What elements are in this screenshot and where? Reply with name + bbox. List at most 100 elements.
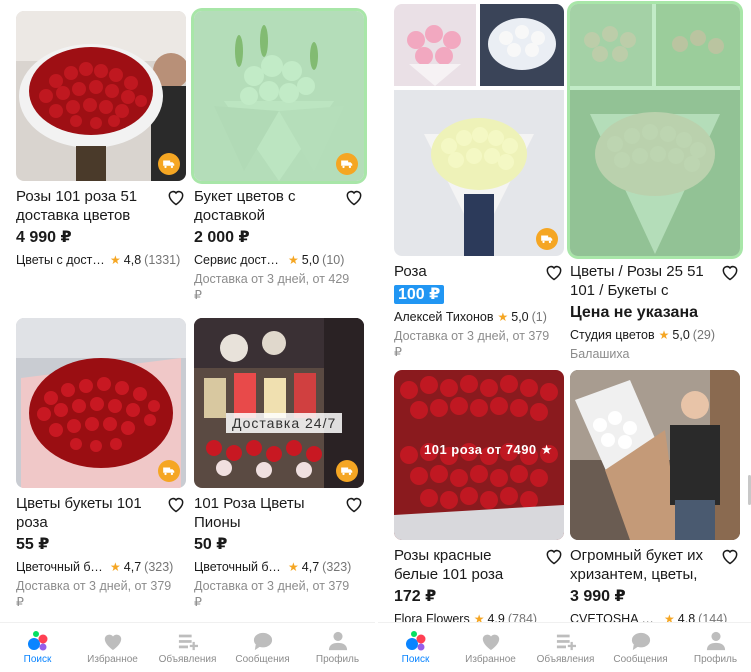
nav-label: Избранное bbox=[87, 654, 138, 665]
nav-label: Объявления bbox=[536, 654, 595, 665]
listing-photo[interactable]: 101 роза от 7490 ★ bbox=[394, 370, 564, 540]
listing-photo[interactable]: Доставка 24/7 bbox=[194, 318, 364, 488]
listing-price: 55 ₽ bbox=[16, 536, 50, 553]
avito-logo-icon bbox=[404, 630, 428, 652]
seller-name[interactable]: Цветочный букет bbox=[16, 559, 106, 575]
nav-label: Объявления bbox=[158, 654, 217, 665]
listing-photo-collage[interactable] bbox=[394, 4, 564, 256]
delivery-info: Доставка от 3 дней, от 379 ₽ bbox=[194, 579, 350, 609]
listing-card[interactable]: Розы 101 роза 51 доставка цветов 4 990 ₽… bbox=[16, 11, 186, 268]
listing-price: 2 000 ₽ bbox=[194, 229, 250, 246]
listing-photo[interactable] bbox=[16, 11, 186, 181]
listing-photo[interactable] bbox=[570, 370, 740, 540]
seller-name[interactable]: Сервис доставки bbox=[194, 252, 284, 268]
seller-rating: 4,7 bbox=[301, 560, 320, 574]
listing-card[interactable]: Доставка 24/7 101 Роза Цветы Пионы 50 ₽ … bbox=[194, 318, 364, 610]
truck-icon bbox=[341, 467, 353, 476]
seller-name[interactable]: Цветочный букет bbox=[194, 559, 284, 575]
nav-tab-profile[interactable]: Профиль bbox=[300, 630, 375, 665]
listing-photo[interactable] bbox=[16, 318, 186, 488]
avito-logo-icon bbox=[26, 630, 50, 652]
favorite-heart-icon[interactable] bbox=[166, 187, 186, 207]
nav-tab-favorites[interactable]: Избранное bbox=[75, 630, 150, 665]
screen-left: Розы 101 роза 51 доставка цветов 4 990 ₽… bbox=[0, 0, 375, 672]
price-value: 100 ₽ bbox=[394, 285, 445, 304]
seller-rating: 5,0 bbox=[301, 253, 320, 267]
favorite-heart-icon[interactable] bbox=[544, 262, 564, 282]
truck-icon bbox=[163, 160, 175, 169]
review-count: (1331) bbox=[144, 253, 181, 267]
listings-icon bbox=[554, 630, 578, 652]
photo-promo-label: Доставка 24/7 bbox=[226, 413, 343, 433]
bottom-navbar: Поиск Избранное Объявления Сообщения Про… bbox=[378, 622, 751, 672]
review-count: (1) bbox=[531, 310, 547, 324]
truck-icon bbox=[541, 235, 553, 244]
nav-tab-listings[interactable]: Объявления bbox=[150, 630, 225, 665]
nav-label: Сообщения bbox=[235, 654, 290, 665]
heart-icon bbox=[101, 630, 125, 652]
delivery-info: Доставка от 3 дней, от 379 ₽ bbox=[394, 329, 550, 359]
favorite-heart-icon[interactable] bbox=[344, 494, 364, 514]
listing-card[interactable]: 101 роза от 7490 ★ Розы красные белые 10… bbox=[394, 370, 564, 627]
listing-title[interactable]: Огромный букет их хризантем, цветы, дост… bbox=[570, 546, 712, 584]
nav-tab-profile[interactable]: Профиль bbox=[678, 630, 751, 665]
favorite-heart-icon[interactable] bbox=[720, 262, 740, 282]
nav-label: Избранное bbox=[465, 654, 516, 665]
review-count: (29) bbox=[692, 328, 716, 342]
delivery-badge bbox=[336, 460, 358, 482]
seller-name[interactable]: Цветы с доставкой bbox=[16, 252, 106, 268]
nav-tab-messages[interactable]: Сообщения bbox=[225, 630, 300, 665]
chat-icon bbox=[629, 630, 653, 652]
listing-price: 100 ₽ bbox=[394, 285, 564, 305]
listing-price: 4 990 ₽ bbox=[16, 229, 72, 246]
nav-tab-search[interactable]: Поиск bbox=[378, 630, 453, 665]
delivery-info: Доставка от 3 дней, от 379 ₽ bbox=[16, 579, 172, 609]
nav-tab-search[interactable]: Поиск bbox=[0, 630, 75, 665]
listing-card[interactable]: Огромный букет их хризантем, цветы, дост… bbox=[570, 370, 740, 627]
seller-row: Цветы с доставкой ★ 4,8 (1331) bbox=[16, 252, 186, 268]
listing-title[interactable]: Цветы / Розы 25 51 101 / Букеты с достав… bbox=[570, 262, 712, 300]
favorite-heart-icon[interactable] bbox=[344, 187, 364, 207]
seller-name[interactable]: Студия цветов bbox=[570, 327, 655, 343]
listings-icon bbox=[176, 630, 200, 652]
delivery-info: Доставка от 3 дней, от 429 ₽ bbox=[194, 272, 350, 302]
favorite-heart-icon[interactable] bbox=[166, 494, 186, 514]
delivery-badge bbox=[158, 153, 180, 175]
listing-price: 172 ₽ bbox=[394, 588, 437, 605]
listing-title[interactable]: Розы 101 роза 51 доставка цветов bbox=[16, 187, 158, 225]
photo-promo-label: 101 роза от 7490 ★ bbox=[424, 442, 553, 457]
seller-row: Алексей Тихонов ★ 5,0 (1) bbox=[394, 309, 564, 325]
listing-title[interactable]: 101 Роза Цветы Пионы bbox=[194, 494, 336, 532]
seller-row: Студия цветов ★ 5,0 (29) bbox=[570, 327, 740, 343]
listing-title[interactable]: Роза bbox=[394, 262, 536, 281]
listing-title[interactable]: Цветы букеты 101 роза bbox=[16, 494, 158, 532]
favorite-heart-icon[interactable] bbox=[720, 546, 740, 566]
truck-icon bbox=[341, 160, 353, 169]
star-icon: ★ bbox=[288, 253, 299, 267]
listing-card[interactable]: Букет цветов с доставкой 2 000 ₽ Сервис … bbox=[194, 11, 364, 303]
star-icon: ★ bbox=[110, 560, 121, 574]
nav-tab-favorites[interactable]: Избранное bbox=[453, 630, 528, 665]
nav-tab-messages[interactable]: Сообщения bbox=[603, 630, 678, 665]
seller-rating: 5,0 bbox=[511, 310, 529, 324]
listing-title[interactable]: Букет цветов с доставкой bbox=[194, 187, 336, 225]
chat-icon bbox=[251, 630, 275, 652]
seller-name[interactable]: Алексей Тихонов bbox=[394, 309, 493, 325]
listing-photo-collage[interactable] bbox=[570, 4, 740, 256]
listing-card[interactable]: Роза 100 ₽ Алексей Тихонов ★ 5,0 (1) Дос… bbox=[394, 4, 564, 360]
review-count: (10) bbox=[322, 253, 345, 267]
nav-tab-listings[interactable]: Объявления bbox=[528, 630, 603, 665]
listing-title[interactable]: Розы красные белые 101 роза букет bbox=[394, 546, 536, 584]
star-icon: ★ bbox=[288, 560, 299, 574]
listing-photo[interactable] bbox=[194, 11, 364, 181]
truck-icon bbox=[163, 467, 175, 476]
favorite-heart-icon[interactable] bbox=[544, 546, 564, 566]
listing-price: 3 990 ₽ bbox=[570, 588, 626, 605]
profile-icon bbox=[704, 630, 728, 652]
nav-label: Профиль bbox=[315, 654, 360, 665]
listing-price: 50 ₽ bbox=[194, 536, 228, 553]
listing-card[interactable]: Цветы букеты 101 роза 55 ₽ Цветочный бук… bbox=[16, 318, 186, 610]
seller-rating: 4,7 bbox=[123, 560, 142, 574]
nav-label: Поиск bbox=[401, 654, 430, 665]
listing-card[interactable]: Цветы / Розы 25 51 101 / Букеты с достав… bbox=[570, 4, 740, 362]
